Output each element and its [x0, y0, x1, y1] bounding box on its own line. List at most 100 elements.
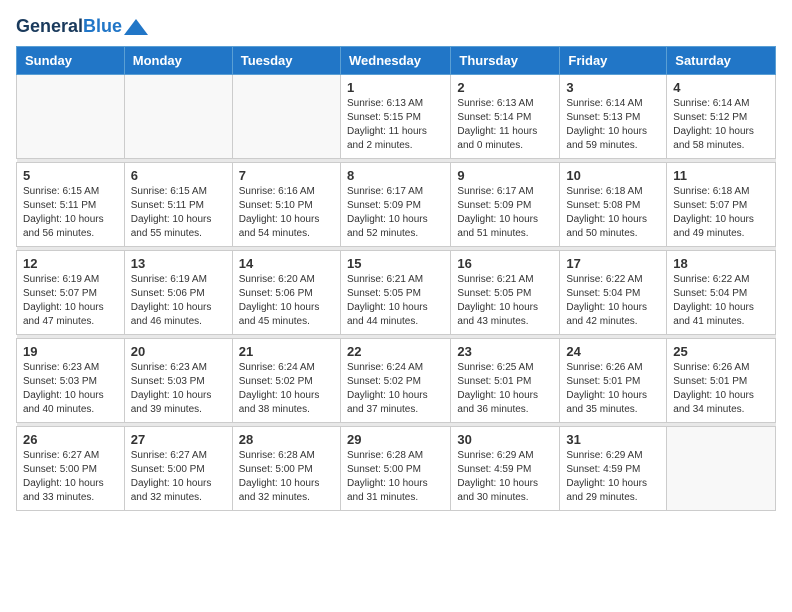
cell-info: Sunrise: 6:13 AMSunset: 5:15 PMDaylight:… [347, 97, 444, 153]
weekday-header-saturday: Saturday [667, 46, 776, 74]
cell-info: Sunrise: 6:15 AMSunset: 5:11 PMDaylight:… [131, 185, 226, 241]
logo: GeneralBlue [16, 16, 148, 38]
cell-day-number: 8 [347, 168, 444, 183]
cell-day-number: 24 [566, 344, 660, 359]
cell-day-number: 28 [239, 432, 334, 447]
cell-info: Sunrise: 6:21 AMSunset: 5:05 PMDaylight:… [457, 273, 553, 329]
cell-info: Sunrise: 6:16 AMSunset: 5:10 PMDaylight:… [239, 185, 334, 241]
cell-info: Sunrise: 6:29 AMSunset: 4:59 PMDaylight:… [566, 449, 660, 505]
cell-info: Sunrise: 6:28 AMSunset: 5:00 PMDaylight:… [347, 449, 444, 505]
calendar-cell: 11 Sunrise: 6:18 AMSunset: 5:07 PMDayligh… [667, 162, 776, 246]
calendar-cell: 13Sunrise: 6:19 AMSunset: 5:06 PMDayligh… [124, 250, 232, 334]
weekday-header-friday: Friday [560, 46, 667, 74]
calendar-week-row-3: 12Sunrise: 6:19 AMSunset: 5:07 PMDayligh… [17, 250, 776, 334]
calendar-cell: 30 Sunrise: 6:29 AMSunset: 4:59 PMDayligh… [451, 426, 560, 510]
weekday-header-thursday: Thursday [451, 46, 560, 74]
cell-info: Sunrise: 6:26 AMSunset: 5:01 PMDaylight:… [566, 361, 660, 417]
cell-info: Sunrise: 6:17 AMSunset: 5:09 PMDaylight:… [457, 185, 553, 241]
calendar-cell: 6 Sunrise: 6:15 AMSunset: 5:11 PMDaylight… [124, 162, 232, 246]
weekday-header-sunday: Sunday [17, 46, 125, 74]
logo-text: GeneralBlue [16, 16, 122, 38]
cell-day-number: 21 [239, 344, 334, 359]
cell-info: Sunrise: 6:28 AMSunset: 5:00 PMDaylight:… [239, 449, 334, 505]
cell-info: Sunrise: 6:25 AMSunset: 5:01 PMDaylight:… [457, 361, 553, 417]
cell-day-number: 16 [457, 256, 553, 271]
calendar-cell: 5 Sunrise: 6:15 AMSunset: 5:11 PMDaylight… [17, 162, 125, 246]
calendar-cell: 9 Sunrise: 6:17 AMSunset: 5:09 PMDaylight… [451, 162, 560, 246]
cell-info: Sunrise: 6:29 AMSunset: 4:59 PMDaylight:… [457, 449, 553, 505]
cell-info: Sunrise: 6:21 AMSunset: 5:05 PMDaylight:… [347, 273, 444, 329]
calendar-cell: 2 Sunrise: 6:13 AMSunset: 5:14 PMDaylight… [451, 74, 560, 158]
calendar-cell [124, 74, 232, 158]
cell-day-number: 11 [673, 168, 769, 183]
cell-info: Sunrise: 6:24 AMSunset: 5:02 PMDaylight:… [347, 361, 444, 417]
calendar-cell: 21 Sunrise: 6:24 AMSunset: 5:02 PMDayligh… [232, 338, 340, 422]
calendar-cell: 27Sunrise: 6:27 AMSunset: 5:00 PMDayligh… [124, 426, 232, 510]
cell-day-number: 6 [131, 168, 226, 183]
weekday-header-monday: Monday [124, 46, 232, 74]
cell-day-number: 18 [673, 256, 769, 271]
calendar-cell [17, 74, 125, 158]
cell-day-number: 5 [23, 168, 118, 183]
cell-day-number: 22 [347, 344, 444, 359]
calendar-cell: 14Sunrise: 6:20 AMSunset: 5:06 PMDayligh… [232, 250, 340, 334]
calendar-cell: 26 Sunrise: 6:27 AMSunset: 5:00 PMDayligh… [17, 426, 125, 510]
logo-icon [124, 19, 148, 35]
cell-info: Sunrise: 6:14 AMSunset: 5:12 PMDaylight:… [673, 97, 769, 153]
weekday-header-wednesday: Wednesday [340, 46, 450, 74]
cell-info: Sunrise: 6:14 AMSunset: 5:13 PMDaylight:… [566, 97, 660, 153]
cell-day-number: 4 [673, 80, 769, 95]
cell-day-number: 7 [239, 168, 334, 183]
calendar-cell: 12Sunrise: 6:19 AMSunset: 5:07 PMDayligh… [17, 250, 125, 334]
calendar-cell: 17 Sunrise: 6:22 AMSunset: 5:04 PMDayligh… [560, 250, 667, 334]
cell-info: Sunrise: 6:13 AMSunset: 5:14 PMDaylight:… [457, 97, 553, 153]
calendar-cell: 23 Sunrise: 6:25 AMSunset: 5:01 PMDayligh… [451, 338, 560, 422]
cell-day-number: 29 [347, 432, 444, 447]
cell-info: Sunrise: 6:23 AMSunset: 5:03 PMDaylight:… [131, 361, 226, 417]
cell-day-number: 26 [23, 432, 118, 447]
cell-day-number: 20 [131, 344, 226, 359]
calendar-cell: 29 Sunrise: 6:28 AMSunset: 5:00 PMDayligh… [340, 426, 450, 510]
calendar-week-row-1: 1Sunrise: 6:13 AMSunset: 5:15 PMDaylight… [17, 74, 776, 158]
calendar-cell: 24 Sunrise: 6:26 AMSunset: 5:01 PMDayligh… [560, 338, 667, 422]
calendar-cell: 22 Sunrise: 6:24 AMSunset: 5:02 PMDayligh… [340, 338, 450, 422]
cell-day-number: 23 [457, 344, 553, 359]
calendar-week-row-4: 19 Sunrise: 6:23 AMSunset: 5:03 PMDayligh… [17, 338, 776, 422]
cell-day-number: 9 [457, 168, 553, 183]
calendar-cell [667, 426, 776, 510]
calendar-cell: 4 Sunrise: 6:14 AMSunset: 5:12 PMDaylight… [667, 74, 776, 158]
cell-day-number: 25 [673, 344, 769, 359]
weekday-header-row: SundayMondayTuesdayWednesdayThursdayFrid… [17, 46, 776, 74]
cell-info: Sunrise: 6:27 AMSunset: 5:00 PMDaylight:… [131, 449, 226, 505]
header: GeneralBlue [16, 16, 776, 38]
cell-day-number: 31 [566, 432, 660, 447]
calendar-cell: 8 Sunrise: 6:17 AMSunset: 5:09 PMDaylight… [340, 162, 450, 246]
cell-info: Sunrise: 6:18 AMSunset: 5:08 PMDaylight:… [566, 185, 660, 241]
cell-info: Sunrise: 6:22 AMSunset: 5:04 PMDaylight:… [673, 273, 769, 329]
calendar-week-row-5: 26 Sunrise: 6:27 AMSunset: 5:00 PMDayligh… [17, 426, 776, 510]
cell-day-number: 13 [131, 256, 226, 271]
calendar-cell [232, 74, 340, 158]
cell-day-number: 19 [23, 344, 118, 359]
cell-info: Sunrise: 6:19 AMSunset: 5:07 PMDaylight:… [23, 273, 118, 329]
cell-info: Sunrise: 6:20 AMSunset: 5:06 PMDaylight:… [239, 273, 334, 329]
calendar-cell: 16 Sunrise: 6:21 AMSunset: 5:05 PMDayligh… [451, 250, 560, 334]
cell-day-number: 15 [347, 256, 444, 271]
calendar-cell: 3Sunrise: 6:14 AMSunset: 5:13 PMDaylight… [560, 74, 667, 158]
calendar-cell: 10Sunrise: 6:18 AMSunset: 5:08 PMDayligh… [560, 162, 667, 246]
calendar-cell: 18 Sunrise: 6:22 AMSunset: 5:04 PMDayligh… [667, 250, 776, 334]
cell-day-number: 30 [457, 432, 553, 447]
calendar-cell: 15 Sunrise: 6:21 AMSunset: 5:05 PMDayligh… [340, 250, 450, 334]
cell-info: Sunrise: 6:22 AMSunset: 5:04 PMDaylight:… [566, 273, 660, 329]
weekday-header-tuesday: Tuesday [232, 46, 340, 74]
cell-info: Sunrise: 6:15 AMSunset: 5:11 PMDaylight:… [23, 185, 118, 241]
calendar-cell: 28 Sunrise: 6:28 AMSunset: 5:00 PMDayligh… [232, 426, 340, 510]
cell-info: Sunrise: 6:18 AMSunset: 5:07 PMDaylight:… [673, 185, 769, 241]
cell-info: Sunrise: 6:24 AMSunset: 5:02 PMDaylight:… [239, 361, 334, 417]
cell-day-number: 2 [457, 80, 553, 95]
cell-info: Sunrise: 6:17 AMSunset: 5:09 PMDaylight:… [347, 185, 444, 241]
cell-day-number: 17 [566, 256, 660, 271]
cell-info: Sunrise: 6:27 AMSunset: 5:00 PMDaylight:… [23, 449, 118, 505]
calendar-cell: 19Sunrise: 6:23 AMSunset: 5:03 PMDayligh… [17, 338, 125, 422]
calendar-week-row-2: 5 Sunrise: 6:15 AMSunset: 5:11 PMDaylight… [17, 162, 776, 246]
